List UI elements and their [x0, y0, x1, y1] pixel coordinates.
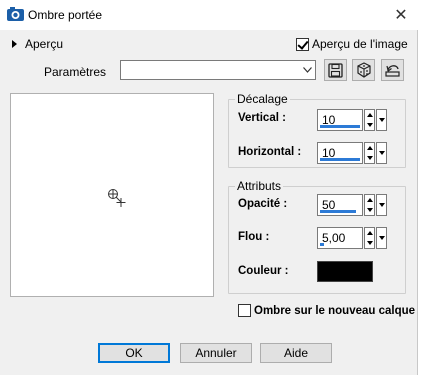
chevron-down-icon: [379, 151, 385, 155]
randomize-button[interactable]: [352, 59, 375, 81]
ok-button[interactable]: OK: [98, 343, 170, 363]
reset-button[interactable]: [381, 59, 404, 81]
arrow-down-icon: [367, 123, 373, 127]
blur-value: 5,00: [322, 231, 346, 245]
opacity-input[interactable]: 50: [317, 194, 363, 216]
opacity-dropdown[interactable]: [376, 194, 387, 216]
preview-toggle-label: Aperçu: [25, 37, 64, 51]
color-label: Couleur :: [238, 265, 289, 277]
new-layer-label: Ombre sur le nouveau calque: [254, 304, 416, 317]
help-button[interactable]: Aide: [260, 343, 332, 363]
attributes-group-title: Attributs: [235, 179, 284, 193]
vertical-input[interactable]: 10: [317, 109, 363, 131]
horizontal-slider-bar[interactable]: [320, 158, 360, 161]
horizontal-spinbox[interactable]: 10: [317, 142, 389, 164]
cancel-button[interactable]: Annuler: [180, 343, 252, 363]
arrow-down-icon: [367, 156, 373, 160]
drop-shadow-dialog: Ombre portée ✕ Aperçu Aperçu de l'image …: [0, 0, 418, 375]
cancel-button-label: Annuler: [195, 346, 237, 360]
blur-label: Flou :: [238, 231, 270, 243]
presets-label: Paramètres: [44, 65, 107, 79]
expand-triangle-icon: [12, 40, 17, 48]
preview-canvas[interactable]: [10, 93, 214, 297]
arrow-down-icon: [367, 208, 373, 212]
opacity-stepper[interactable]: [364, 194, 375, 216]
opacity-label: Opacité :: [238, 198, 288, 210]
horizontal-stepper[interactable]: [364, 142, 375, 164]
arrow-up-icon: [367, 198, 373, 202]
blur-dropdown[interactable]: [376, 227, 387, 249]
image-preview-checkbox-label: Aperçu de l'image: [312, 37, 408, 51]
image-preview-checkbox[interactable]: [296, 37, 309, 51]
shadow-color-swatch[interactable]: [317, 261, 373, 282]
preview-toggle[interactable]: Aperçu: [12, 37, 63, 51]
chevron-down-icon: [300, 61, 315, 79]
chevron-down-icon: [379, 203, 385, 207]
arrow-down-icon: [367, 241, 373, 245]
opacity-slider-bar[interactable]: [320, 210, 356, 213]
reset-icon: [385, 65, 400, 77]
ok-button-label: OK: [125, 346, 143, 360]
vertical-dropdown[interactable]: [376, 109, 387, 131]
close-icon: ✕: [394, 7, 408, 24]
save-disk-icon: [328, 62, 343, 78]
image-preview-checkbox-row[interactable]: Aperçu de l'image: [296, 37, 408, 51]
window-title: Ombre portée: [28, 8, 103, 22]
app-icon: [7, 7, 24, 21]
blur-stepper[interactable]: [364, 227, 375, 249]
vertical-stepper[interactable]: [364, 109, 375, 131]
new-layer-checkbox-row[interactable]: Ombre sur le nouveau calque: [238, 304, 415, 317]
horizontal-label: Horizontal :: [238, 146, 302, 158]
blur-spinbox[interactable]: 5,00: [317, 227, 389, 249]
opacity-spinbox[interactable]: 50: [317, 194, 389, 216]
new-layer-checkbox[interactable]: [238, 304, 251, 317]
arrow-up-icon: [367, 146, 373, 150]
title-bar: Ombre portée ✕: [0, 0, 418, 30]
dice-icon: [356, 62, 371, 78]
save-preset-button[interactable]: [324, 59, 347, 81]
offset-group-title: Décalage: [235, 92, 290, 106]
vertical-label: Vertical :: [238, 112, 286, 124]
vertical-spinbox[interactable]: 10: [317, 109, 389, 131]
close-button[interactable]: ✕: [386, 2, 416, 28]
horizontal-input[interactable]: 10: [317, 142, 363, 164]
chevron-down-icon: [379, 236, 385, 240]
move-crosshair-icon: [108, 189, 126, 207]
blur-slider-bar[interactable]: [320, 243, 324, 246]
horizontal-dropdown[interactable]: [376, 142, 387, 164]
arrow-up-icon: [367, 113, 373, 117]
presets-dropdown[interactable]: [120, 60, 316, 80]
arrow-up-icon: [367, 231, 373, 235]
blur-input[interactable]: 5,00: [317, 227, 363, 249]
chevron-down-icon: [379, 118, 385, 122]
vertical-slider-bar[interactable]: [320, 125, 360, 128]
help-button-label: Aide: [283, 346, 309, 360]
